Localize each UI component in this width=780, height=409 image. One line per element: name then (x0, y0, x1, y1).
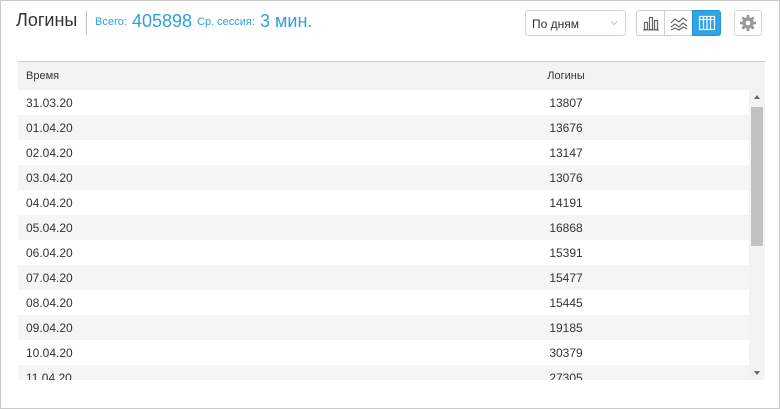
table-row[interactable]: 07.04.20 15477 (18, 265, 749, 290)
logins-widget: Логины Всего: 405898 Ср. сессия: 3 мин. … (0, 0, 780, 409)
table-row[interactable]: 11.04.20 27305 (18, 365, 749, 380)
cell-time: 31.03.20 (26, 96, 73, 110)
bar-chart-view-button[interactable] (636, 10, 665, 36)
logins-table: Время Логины 31.03.20 13807 01.04.20 13676 0… (18, 61, 765, 380)
cell-logins: 30379 (549, 346, 583, 360)
cell-time: 08.04.20 (26, 296, 73, 310)
cell-time: 07.04.20 (26, 271, 73, 285)
bar-chart-icon (642, 16, 659, 31)
column-header-logins[interactable]: Логины (514, 70, 618, 82)
table-body: 31.03.20 13807 01.04.20 13676 02.04.20 13147 0… (18, 90, 749, 380)
cell-logins: 14191 (549, 196, 583, 210)
gear-icon (740, 15, 756, 31)
table-view-button[interactable] (692, 10, 721, 36)
line-chart-view-button[interactable] (664, 10, 693, 36)
widget-header: Логины Всего: 405898 Ср. сессия: 3 мин. … (1, 1, 779, 47)
total-value: 405898 (132, 11, 193, 31)
period-select[interactable]: По дням (525, 10, 626, 36)
table-header: Время Логины (18, 62, 765, 90)
cell-logins: 19185 (549, 321, 583, 335)
table-row[interactable]: 10.04.20 30379 (18, 340, 749, 365)
scroll-down-arrow-icon[interactable] (749, 366, 765, 380)
vertical-scrollbar[interactable] (749, 90, 765, 380)
total-label: Всего: (95, 16, 127, 28)
cell-logins: 13676 (549, 121, 583, 135)
settings-button[interactable] (734, 10, 762, 36)
table-row[interactable]: 31.03.20 13807 (18, 90, 749, 115)
table-row[interactable]: 05.04.20 16868 (18, 215, 749, 240)
table-icon (698, 15, 715, 31)
table-row[interactable]: 09.04.20 19185 (18, 315, 749, 340)
cell-time: 06.04.20 (26, 246, 73, 260)
cell-logins: 13076 (549, 171, 583, 185)
avg-session-label: Ср. сессия: (197, 16, 255, 28)
cell-time: 02.04.20 (26, 146, 73, 160)
table-row[interactable]: 02.04.20 13147 (18, 140, 749, 165)
cell-logins: 15445 (549, 296, 583, 310)
cell-logins: 13807 (549, 96, 583, 110)
view-toggle-group (636, 10, 721, 36)
scroll-up-arrow-icon[interactable] (749, 90, 765, 104)
cell-time: 10.04.20 (26, 346, 73, 360)
scrollbar-thumb[interactable] (751, 107, 763, 246)
column-header-time[interactable]: Время (26, 70, 59, 82)
avg-session-value: 3 мин. (260, 11, 313, 31)
cell-logins: 16868 (549, 221, 583, 235)
table-row[interactable]: 08.04.20 15445 (18, 290, 749, 315)
cell-logins: 15391 (549, 246, 583, 260)
widget-title: Логины (16, 10, 78, 30)
cell-time: 05.04.20 (26, 221, 73, 235)
cell-time: 03.04.20 (26, 171, 73, 185)
cell-time: 11.04.20 (26, 371, 72, 380)
cell-time: 04.04.20 (26, 196, 73, 210)
cell-logins: 27305 (549, 371, 583, 380)
title-divider (86, 11, 87, 35)
table-row[interactable]: 06.04.20 15391 (18, 240, 749, 265)
cell-logins: 13147 (549, 146, 583, 160)
line-chart-icon (670, 17, 687, 31)
table-row[interactable]: 01.04.20 13676 (18, 115, 749, 140)
table-row[interactable]: 04.04.20 14191 (18, 190, 749, 215)
cell-logins: 15477 (549, 271, 583, 285)
chevron-down-icon (610, 21, 618, 26)
cell-time: 09.04.20 (26, 321, 73, 335)
period-select-value: По дням (532, 17, 580, 31)
table-row[interactable]: 03.04.20 13076 (18, 165, 749, 190)
cell-time: 01.04.20 (26, 121, 73, 135)
